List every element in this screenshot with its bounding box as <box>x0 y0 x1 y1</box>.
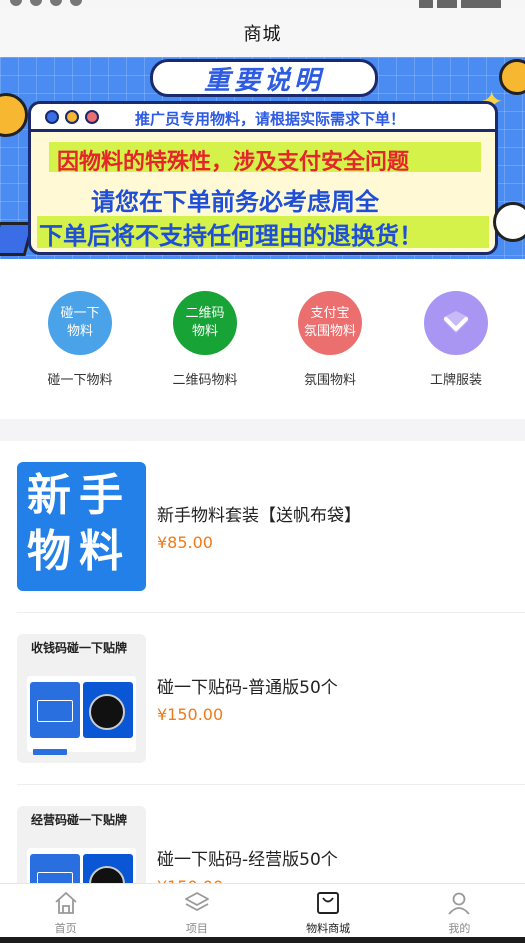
banner-line-1: 因物料的特殊性，涉及支付安全问题 <box>57 150 410 175</box>
window-dot <box>85 110 99 124</box>
status-dot <box>30 0 42 6</box>
banner-heading-box: 重要说明 <box>150 59 378 97</box>
product-name: 新手物料套装【送帆布袋】 <box>157 506 361 526</box>
banner-subheading: 推广员专用物料，请根据实际需求下单！ <box>135 110 406 128</box>
tab-label: 首页 <box>54 922 77 935</box>
thumbnail-title: 经营码碰一下贴牌 <box>31 813 128 827</box>
tab-projects[interactable]: 项目 <box>131 884 262 937</box>
tab-profile[interactable]: 我的 <box>394 884 525 937</box>
product-item[interactable]: 收钱码碰一下贴牌 碰一下贴码-普通版50个 ¥150.00 <box>0 613 525 785</box>
page-title: 商城 <box>243 23 282 45</box>
banner-line-3: 下单后将不支持任何理由的退换货！ <box>39 222 423 250</box>
banner-card-titlebar: 推广员专用物料，请根据实际需求下单！ <box>31 104 495 132</box>
product-item[interactable]: 新手 物料 新手物料套装【送帆布袋】 ¥85.00 <box>0 441 525 613</box>
sticker-preview <box>27 676 136 755</box>
category-label: 二维码物料 <box>172 373 238 388</box>
product-thumbnail: 新手 物料 <box>17 462 146 591</box>
category-icon-text: 碰一下 <box>60 306 100 321</box>
product-thumbnail: 收钱码碰一下贴牌 <box>17 634 146 763</box>
category-grid: 碰一下 物料 碰一下物料 二维码 物料 二维码物料 支付宝 氛围物料 氛围物料 … <box>0 259 525 419</box>
layers-icon <box>184 892 209 911</box>
category-icon-text: 二维码 <box>185 306 225 321</box>
home-icon <box>55 892 77 914</box>
category-label: 氛围物料 <box>303 373 356 388</box>
thumbnail-title: 收钱码碰一下贴牌 <box>31 641 128 655</box>
nav-bar: 商城 <box>0 8 525 57</box>
tab-label: 我的 <box>448 922 471 935</box>
window-dot <box>65 110 79 124</box>
category-qrcode-material[interactable]: 二维码 物料 二维码物料 <box>155 291 255 388</box>
category-icon: 碰一下 物料 <box>48 291 112 355</box>
bottom-tab-bar: 首页 项目 物料商城 我的 <box>0 883 525 937</box>
tab-label: 项目 <box>185 922 208 935</box>
product-name: 碰一下贴码-普通版50个 <box>157 678 338 698</box>
category-label: 碰一下物料 <box>47 373 113 388</box>
category-icon-text: 支付宝 <box>310 306 350 321</box>
product-price: ¥85.00 <box>157 533 213 552</box>
home-indicator <box>0 937 525 943</box>
heart-diamond-icon <box>424 291 488 355</box>
banner-card: 推广员专用物料，请根据实际需求下单！ 因物料的特殊性，涉及支付安全问题 请您在下… <box>28 101 498 255</box>
section-divider <box>0 419 525 441</box>
category-icon-text: 氛围物料 <box>303 324 356 339</box>
category-label: 工牌服装 <box>429 373 482 388</box>
tab-material-mall[interactable]: 物料商城 <box>263 884 394 937</box>
category-icon: 支付宝 氛围物料 <box>298 291 362 355</box>
status-dot <box>50 0 62 6</box>
window-dot <box>45 110 59 124</box>
banner-heading: 重要说明 <box>203 65 324 96</box>
thumbnail-text: 新手 <box>27 470 131 521</box>
thumbnail-text: 物料 <box>27 526 131 577</box>
category-atmosphere-material[interactable]: 支付宝 氛围物料 氛围物料 <box>280 291 380 388</box>
user-icon <box>448 892 471 915</box>
sticker-pane <box>83 682 133 738</box>
status-dot <box>10 0 22 6</box>
category-touch-material[interactable]: 碰一下 物料 碰一下物料 <box>30 291 130 388</box>
status-bar <box>0 0 525 8</box>
megaphone-icon <box>493 202 525 242</box>
product-name: 碰一下贴码-经营版50个 <box>157 850 338 870</box>
notice-banner[interactable]: ✦ 重要说明 推广员专用物料，请根据实际需求下单！ 因物料的特殊性，涉及支付安全… <box>0 57 525 259</box>
category-icon-text: 物料 <box>191 324 218 339</box>
shopping-bag-icon <box>317 892 340 914</box>
tab-label: 物料商城 <box>306 922 351 935</box>
decor-sun <box>0 93 28 137</box>
status-indicators <box>415 0 511 8</box>
tab-home[interactable]: 首页 <box>0 884 131 937</box>
category-icon-text: 物料 <box>66 324 93 339</box>
product-price: ¥150.00 <box>157 705 224 724</box>
category-badge-clothing[interactable]: 工牌服装 <box>406 291 506 388</box>
category-icon: 二维码 物料 <box>173 291 237 355</box>
banner-line-2: 请您在下单前务必考虑周全 <box>91 188 379 216</box>
status-dot <box>70 0 82 6</box>
sticker-pane <box>30 682 80 738</box>
